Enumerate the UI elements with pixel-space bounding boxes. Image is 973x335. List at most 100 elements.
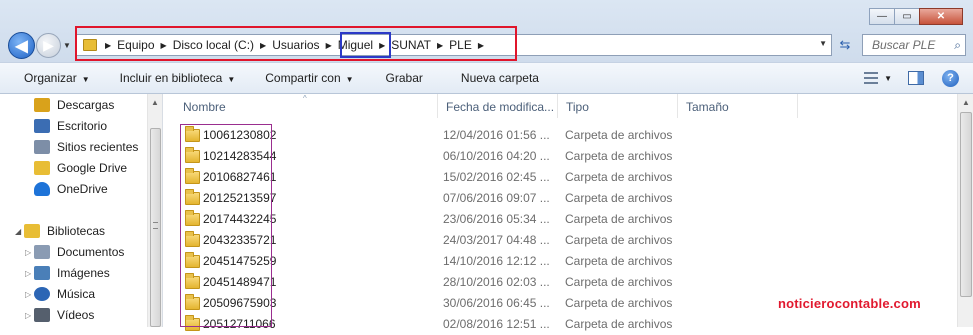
change-view-icon[interactable] bbox=[864, 72, 879, 84]
google-drive-icon bbox=[34, 161, 50, 175]
nav-item-bibliotecas[interactable]: Bibliotecas bbox=[24, 224, 105, 238]
expand-icon[interactable]: ▷ bbox=[25, 269, 31, 278]
refresh-icon[interactable]: ⇆ bbox=[836, 36, 854, 54]
highlight-path-box bbox=[75, 26, 517, 61]
include-library-label: Incluir en biblioteca bbox=[119, 71, 223, 85]
chevron-down-icon: ▼ bbox=[227, 75, 236, 84]
file-date: 24/03/2017 04:48 ... bbox=[443, 233, 550, 247]
nav-item-label: Escritorio bbox=[57, 119, 108, 133]
file-type: Carpeta de archivos bbox=[565, 317, 673, 331]
preview-pane-icon[interactable] bbox=[908, 71, 924, 85]
column-headers: Nombre Fecha de modifica... Tipo Tamaño bbox=[163, 94, 957, 118]
toolbar-right: ▼ ? bbox=[864, 63, 973, 93]
nav-item-label: Bibliotecas bbox=[47, 224, 106, 238]
file-type: Carpeta de archivos bbox=[565, 149, 673, 163]
back-button[interactable]: ◀ bbox=[8, 32, 35, 59]
expand-icon[interactable]: ▷ bbox=[25, 248, 31, 257]
file-date: 07/06/2016 09:07 ... bbox=[443, 191, 550, 205]
search-icon[interactable]: ⌕ bbox=[954, 38, 961, 53]
column-header-date[interactable]: Fecha de modifica... bbox=[438, 94, 558, 118]
table-row[interactable]: 10214283544 06/10/2016 04:20 ... Carpeta… bbox=[163, 146, 957, 167]
organize-button[interactable]: Organizar ▼ bbox=[14, 71, 100, 85]
desktop-icon bbox=[34, 119, 50, 133]
downloads-icon bbox=[34, 98, 50, 112]
chevron-down-icon[interactable]: ▼ bbox=[884, 74, 892, 83]
chevron-down-icon: ▼ bbox=[345, 75, 354, 84]
file-date: 28/10/2016 02:03 ... bbox=[443, 275, 550, 289]
table-row[interactable]: 10061230802 12/04/2016 01:56 ... Carpeta… bbox=[163, 125, 957, 146]
address-dropdown-icon[interactable]: ▼ bbox=[819, 39, 827, 48]
file-list-scrollbar[interactable]: ▲ bbox=[957, 94, 973, 327]
column-header-size[interactable]: Tamaño bbox=[678, 94, 798, 118]
close-button[interactable]: ✕ bbox=[919, 8, 963, 25]
nav-item-videos[interactable]: Vídeos bbox=[34, 308, 94, 322]
nav-item-label: Sitios recientes bbox=[57, 140, 139, 154]
file-list: ^ Nombre Fecha de modifica... Tipo Tamañ… bbox=[163, 94, 973, 331]
column-header-type[interactable]: Tipo bbox=[558, 94, 678, 118]
table-row[interactable]: 20125213597 07/06/2016 09:07 ... Carpeta… bbox=[163, 188, 957, 209]
file-type: Carpeta de archivos bbox=[565, 254, 673, 268]
file-type: Carpeta de archivos bbox=[565, 296, 673, 310]
include-library-button[interactable]: Incluir en biblioteca ▼ bbox=[110, 71, 246, 85]
nav-item-label: OneDrive bbox=[57, 182, 108, 196]
expand-icon[interactable]: ▷ bbox=[25, 311, 31, 320]
file-type: Carpeta de archivos bbox=[565, 128, 673, 142]
file-date: 14/10/2016 12:12 ... bbox=[443, 254, 550, 268]
file-date: 23/06/2016 05:34 ... bbox=[443, 212, 550, 226]
file-type: Carpeta de archivos bbox=[565, 191, 673, 205]
nav-item-label: Descargas bbox=[57, 98, 115, 112]
table-row[interactable]: 20432335721 24/03/2017 04:48 ... Carpeta… bbox=[163, 230, 957, 251]
nav-item-label: Google Drive bbox=[57, 161, 128, 175]
minimize-button[interactable]: — bbox=[869, 8, 895, 25]
window-controls: — ▭ ✕ bbox=[869, 8, 963, 25]
navigation-scrollbar[interactable]: ▲ bbox=[147, 94, 162, 327]
file-type: Carpeta de archivos bbox=[565, 275, 673, 289]
new-folder-button[interactable]: Nueva carpeta bbox=[451, 71, 549, 85]
music-icon bbox=[34, 287, 50, 301]
search-input[interactable]: Buscar PLE ⌕ bbox=[862, 34, 966, 56]
navigation-pane: Descargas Escritorio Sitios recientes Go… bbox=[0, 94, 163, 327]
nav-item-imagenes[interactable]: Imágenes bbox=[34, 266, 110, 280]
grip-icon bbox=[153, 222, 158, 229]
table-row[interactable]: 20451489471 28/10/2016 02:03 ... Carpeta… bbox=[163, 272, 957, 293]
nav-item-escritorio[interactable]: Escritorio bbox=[34, 119, 107, 133]
nav-item-musica[interactable]: Música bbox=[34, 287, 95, 301]
help-icon[interactable]: ? bbox=[942, 69, 959, 87]
nav-item-documentos[interactable]: Documentos bbox=[34, 245, 124, 259]
file-date: 02/08/2016 12:51 ... bbox=[443, 317, 550, 331]
burn-button[interactable]: Grabar bbox=[376, 71, 433, 85]
expand-icon[interactable]: ▷ bbox=[25, 290, 31, 299]
recent-places-icon bbox=[34, 140, 50, 154]
scroll-up-icon[interactable]: ▲ bbox=[962, 98, 970, 107]
table-row[interactable]: 20512711066 02/08/2016 12:51 ... Carpeta… bbox=[163, 314, 957, 335]
recent-pages-dropdown[interactable]: ▼ bbox=[63, 41, 71, 50]
scrollbar-thumb[interactable] bbox=[960, 112, 972, 297]
nav-item-google-drive[interactable]: Google Drive bbox=[34, 161, 127, 175]
table-row[interactable]: 20174432245 23/06/2016 05:34 ... Carpeta… bbox=[163, 209, 957, 230]
search-placeholder: Buscar PLE bbox=[872, 38, 936, 52]
maximize-button[interactable]: ▭ bbox=[894, 8, 920, 25]
table-row[interactable]: 20106827461 15/02/2016 02:45 ... Carpeta… bbox=[163, 167, 957, 188]
scroll-up-icon[interactable]: ▲ bbox=[151, 98, 159, 107]
file-type: Carpeta de archivos bbox=[565, 212, 673, 226]
documents-icon bbox=[34, 245, 50, 259]
column-header-name[interactable]: Nombre bbox=[163, 94, 438, 118]
share-with-button[interactable]: Compartir con ▼ bbox=[255, 71, 363, 85]
onedrive-icon bbox=[34, 182, 50, 196]
share-with-label: Compartir con bbox=[265, 71, 341, 85]
pictures-icon bbox=[34, 266, 50, 280]
title-bar: — ▭ ✕ ◀ ▶ ▼ ▶ Equipo ▶ Disco local (C:) … bbox=[0, 0, 973, 62]
highlight-names-box bbox=[180, 124, 272, 327]
file-date: 12/04/2016 01:56 ... bbox=[443, 128, 550, 142]
scrollbar-thumb[interactable] bbox=[150, 128, 161, 327]
nav-item-label: Documentos bbox=[57, 245, 125, 259]
forward-button[interactable]: ▶ bbox=[36, 33, 61, 58]
table-row[interactable]: 20451475259 14/10/2016 12:12 ... Carpeta… bbox=[163, 251, 957, 272]
nav-item-sitios-recientes[interactable]: Sitios recientes bbox=[34, 140, 138, 154]
nav-item-onedrive[interactable]: OneDrive bbox=[34, 182, 108, 196]
collapse-icon[interactable]: ◢ bbox=[15, 227, 21, 236]
file-type: Carpeta de archivos bbox=[565, 233, 673, 247]
nav-item-descargas[interactable]: Descargas bbox=[34, 98, 114, 112]
highlight-user-box bbox=[340, 32, 391, 58]
nav-item-label: Música bbox=[57, 287, 96, 301]
